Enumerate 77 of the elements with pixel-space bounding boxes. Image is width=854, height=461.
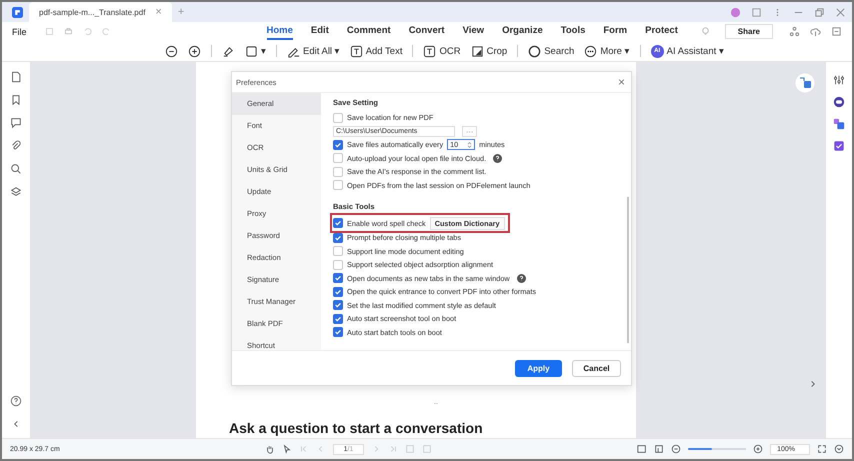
ocr-button[interactable]: OCR [423, 44, 461, 58]
menu-tab[interactable]: Edit [310, 23, 329, 40]
menu-tab[interactable]: View [462, 23, 484, 40]
menu-tab[interactable]: Home [266, 23, 293, 40]
checkbox[interactable] [333, 140, 343, 150]
document-tab[interactable]: pdf-sample-m..._Translate.pdf × [29, 2, 172, 22]
zoom-in-icon[interactable] [753, 444, 764, 454]
file-menu[interactable]: File [12, 26, 27, 36]
bookmark-view-icon[interactable] [654, 444, 664, 454]
document-heading: Ask a question to start a conversation [229, 420, 483, 436]
checkbox[interactable] [333, 260, 343, 270]
network-icon[interactable] [789, 26, 800, 37]
menu-tab[interactable]: Comment [346, 23, 391, 40]
page-layout-icon[interactable] [637, 444, 648, 454]
hand-icon[interactable] [264, 444, 275, 454]
tab-title: pdf-sample-m..._Translate.pdf [39, 8, 146, 16]
checkbox[interactable] [333, 314, 343, 324]
page-icon[interactable] [10, 71, 22, 83]
text-box-icon [423, 44, 436, 58]
app-logo-icon [12, 6, 23, 18]
fullscreen-icon[interactable] [817, 444, 827, 454]
close-dialog-button[interactable]: × [618, 75, 625, 89]
cloud-upload-icon[interactable] [810, 26, 821, 37]
checkbox[interactable] [333, 112, 343, 123]
help-icon[interactable] [10, 395, 22, 407]
checkbox[interactable] [333, 327, 343, 338]
avatar-icon[interactable] [730, 6, 741, 18]
shape-dropdown[interactable]: ▾ [245, 44, 266, 58]
checklist-icon[interactable] [833, 140, 845, 152]
restore-icon[interactable] [814, 6, 825, 18]
help-icon[interactable] [516, 274, 526, 283]
apply-button[interactable]: Apply [515, 360, 562, 376]
search-button[interactable]: Search [528, 44, 574, 58]
checkbox[interactable] [333, 180, 343, 190]
window-icon[interactable] [751, 6, 762, 18]
zoom-in-icon[interactable] [188, 44, 201, 58]
square-icon [245, 44, 258, 58]
menu-tab[interactable]: Protect [645, 23, 678, 40]
menu-tab[interactable]: Convert [408, 23, 445, 40]
add-text-button[interactable]: Add Text [350, 44, 402, 58]
crop-button[interactable]: Crop [470, 44, 508, 58]
menu-tab[interactable]: Organize [502, 23, 543, 40]
chevron-down-icon[interactable] [834, 444, 844, 454]
layers-icon[interactable] [10, 186, 22, 198]
checkbox[interactable] [333, 286, 343, 297]
text-box-icon [350, 44, 363, 58]
checkbox[interactable] [333, 300, 343, 310]
close-icon[interactable] [835, 6, 846, 18]
scrollbar-thumb[interactable] [627, 197, 629, 343]
checkbox[interactable] [333, 218, 343, 228]
select-cursor-icon[interactable] [282, 444, 292, 454]
spinner-arrows-icon[interactable] [467, 140, 472, 149]
panel-icon[interactable] [831, 26, 842, 37]
ellipsis-circle-icon [584, 44, 598, 58]
edit-all-button[interactable]: Edit All ▾ [287, 44, 340, 58]
highlighter-icon[interactable] [222, 44, 235, 58]
checkbox[interactable] [333, 153, 343, 164]
search-icon[interactable] [10, 163, 22, 175]
share-button[interactable]: Share [724, 24, 773, 39]
checkbox[interactable] [333, 232, 343, 243]
attachment-icon[interactable] [10, 140, 22, 152]
sliders-icon[interactable] [833, 74, 845, 86]
chatbot-icon[interactable] [833, 96, 845, 108]
search-icon [528, 44, 542, 58]
help-icon[interactable] [493, 154, 502, 163]
checkbox[interactable] [333, 166, 343, 177]
zoom-out-icon[interactable] [671, 444, 682, 454]
zoom-out-icon[interactable] [165, 44, 178, 58]
comment-icon[interactable] [10, 117, 22, 129]
checkbox[interactable] [333, 273, 343, 284]
bookmark-icon[interactable] [10, 94, 22, 106]
more-button[interactable]: More ▾ [584, 44, 630, 58]
menu-tab[interactable]: Tools [560, 23, 586, 40]
menu-tab[interactable]: Form [603, 23, 628, 40]
cancel-button[interactable]: Cancel [572, 360, 621, 376]
crop-icon [470, 44, 484, 58]
checkbox[interactable] [333, 246, 343, 256]
